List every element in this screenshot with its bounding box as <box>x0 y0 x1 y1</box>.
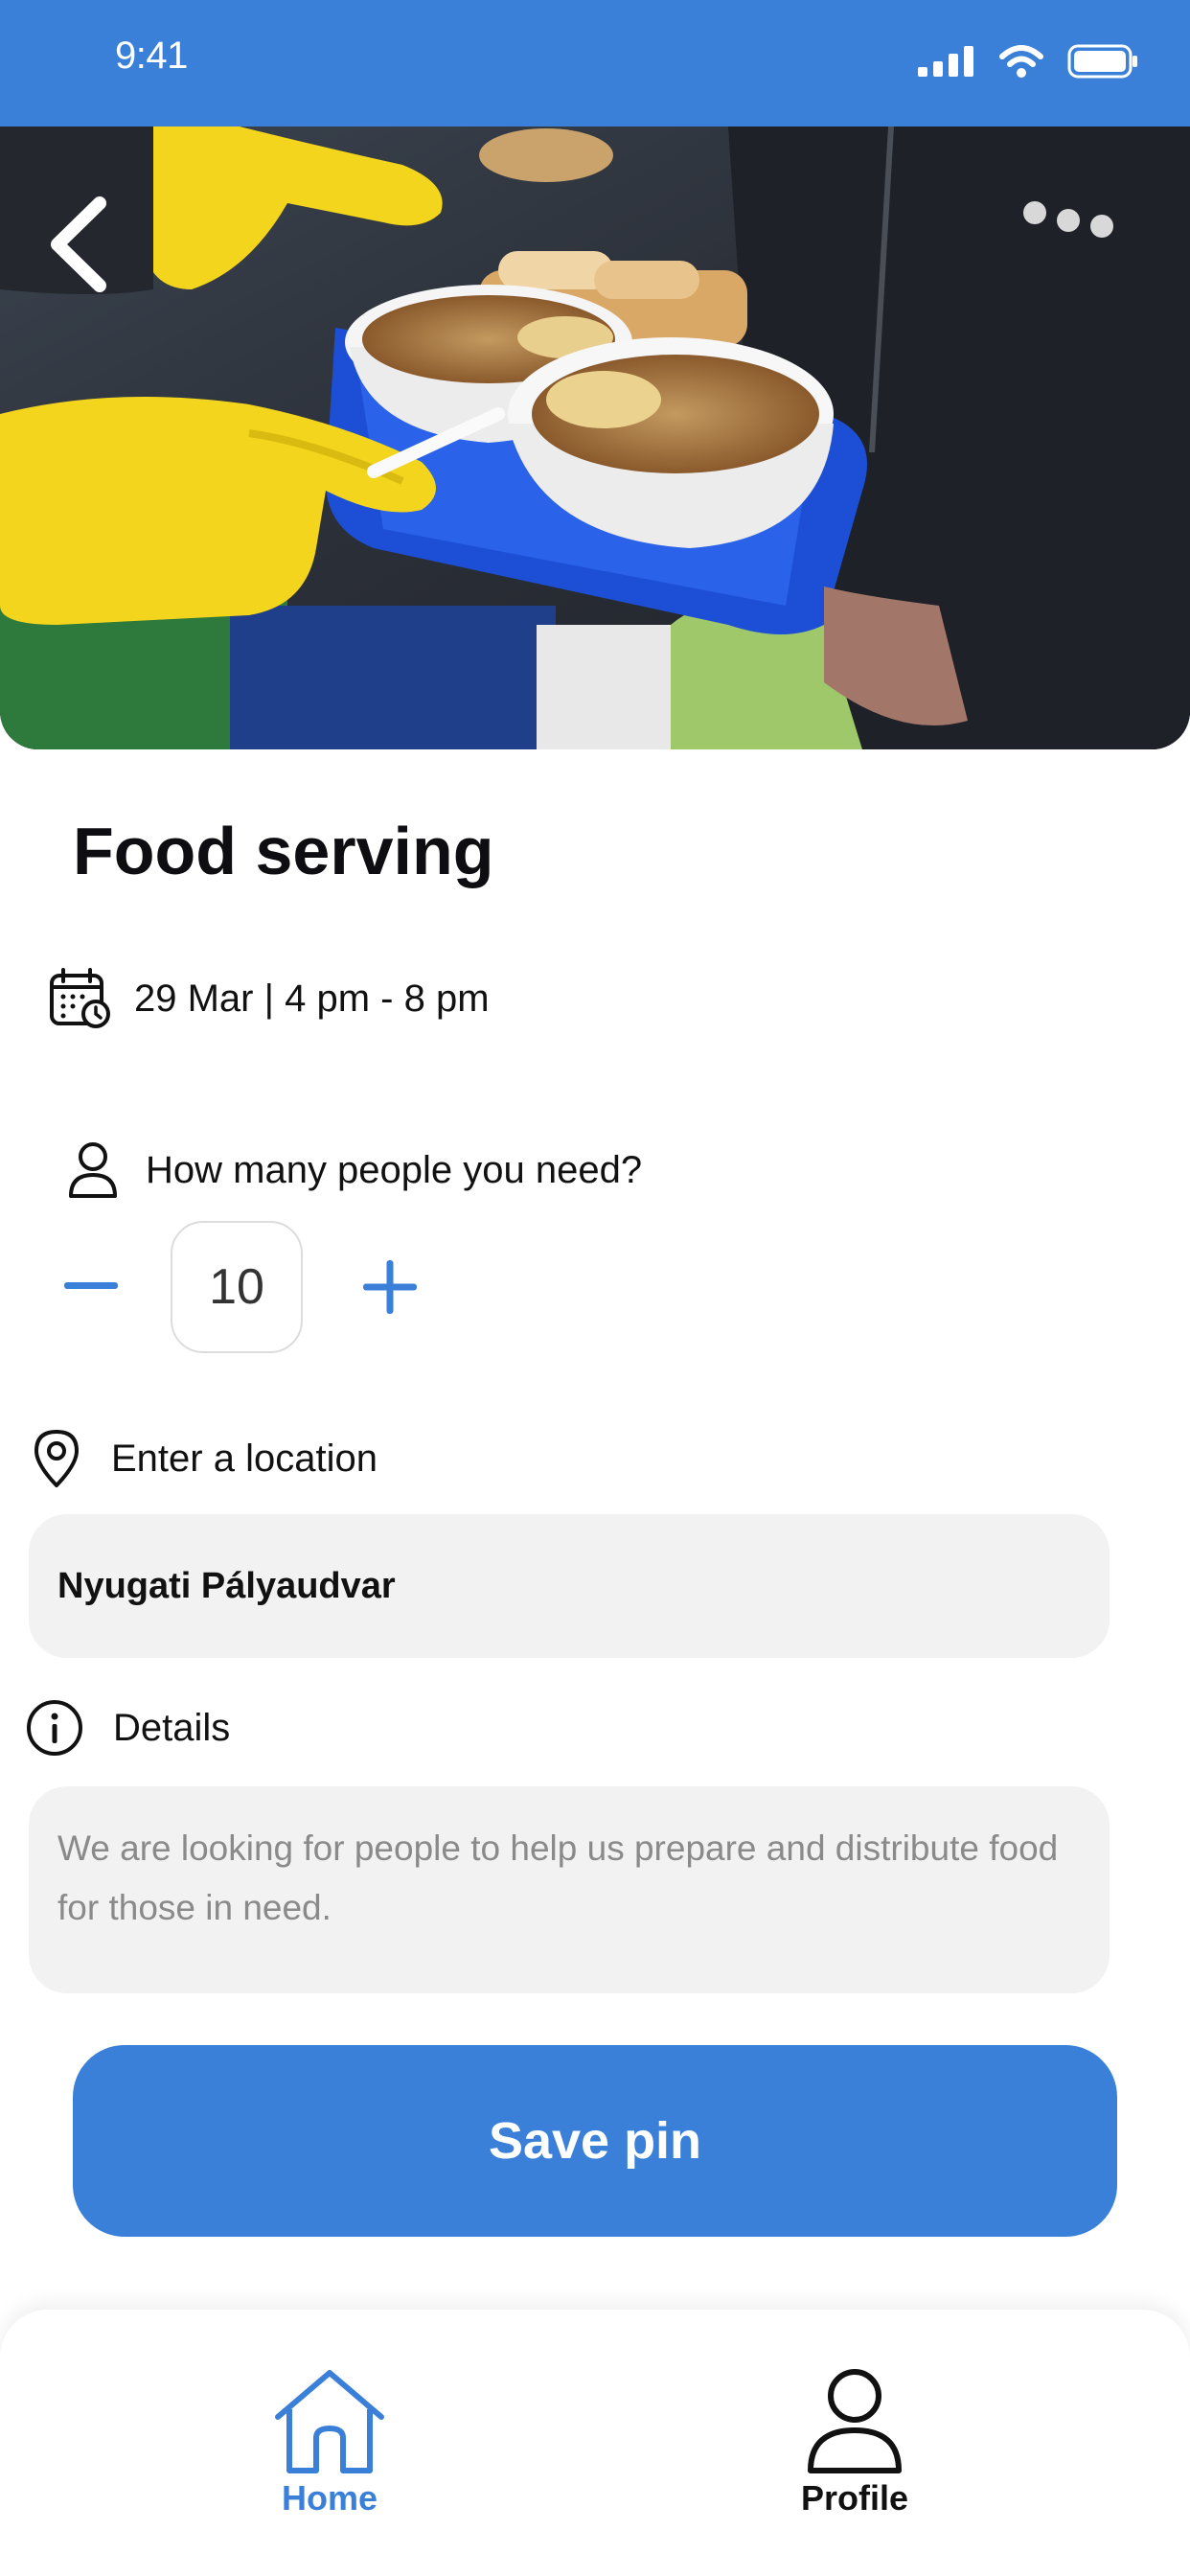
save-pin-button[interactable]: Save pin <box>73 2045 1117 2237</box>
food-serving-photo-icon <box>0 126 1190 749</box>
people-count-value[interactable]: 10 <box>171 1221 303 1353</box>
status-icons <box>918 44 1138 79</box>
plus-icon <box>363 1260 417 1314</box>
decrease-button[interactable] <box>57 1254 125 1321</box>
profile-icon <box>808 2369 903 2473</box>
page-title: Food serving <box>73 814 494 888</box>
status-time: 9:41 <box>115 34 188 77</box>
location-label: Enter a location <box>111 1437 378 1480</box>
people-count-stepper: 10 <box>57 1221 423 1353</box>
home-icon <box>275 2370 384 2473</box>
person-icon <box>69 1142 117 1198</box>
minus-icon <box>64 1282 118 1289</box>
details-row: Details <box>25 1698 230 1758</box>
location-input[interactable]: Nyugati Pályaudvar <box>29 1514 1110 1658</box>
status-bar: 9:41 <box>0 0 1190 126</box>
location-row: Enter a location <box>31 1428 378 1489</box>
calendar-clock-icon <box>50 968 110 1028</box>
people-needed-label: How many people you need? <box>146 1148 643 1191</box>
event-datetime: 29 Mar | 4 pm - 8 pm <box>134 977 490 1020</box>
wifi-icon <box>999 45 1043 78</box>
event-datetime-row: 29 Mar | 4 pm - 8 pm <box>48 966 490 1031</box>
back-chevron-icon <box>51 196 106 292</box>
back-button[interactable] <box>34 192 121 297</box>
increase-button[interactable] <box>356 1254 423 1321</box>
tab-profile[interactable]: Profile <box>801 2369 908 2518</box>
location-pin-icon <box>34 1430 79 1487</box>
battery-icon <box>1067 44 1137 79</box>
tab-home-label: Home <box>281 2478 378 2518</box>
tab-profile-label: Profile <box>801 2478 909 2518</box>
people-needed-row: How many people you need? <box>67 1140 642 1200</box>
bottom-tab-bar: Home Profile <box>0 2310 1190 2576</box>
signal-icon <box>918 46 973 77</box>
tab-home[interactable]: Home <box>270 2369 389 2518</box>
info-icon <box>27 1700 82 1756</box>
details-label: Details <box>113 1706 231 1749</box>
details-textarea[interactable]: We are looking for people to help us pre… <box>29 1786 1110 1993</box>
hero-image <box>0 126 1190 749</box>
